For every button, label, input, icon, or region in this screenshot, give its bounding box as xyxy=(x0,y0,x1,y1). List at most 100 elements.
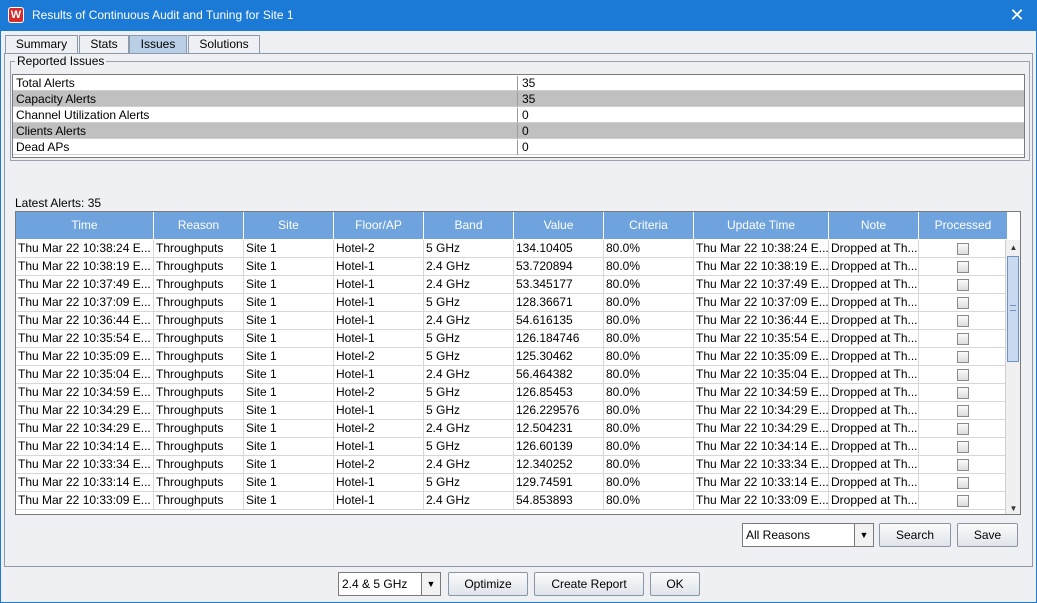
processed-checkbox[interactable] xyxy=(957,333,969,345)
table-row[interactable]: Thu Mar 22 10:33:14 E... Throughputs Site … xyxy=(16,474,1005,492)
table-row[interactable]: Thu Mar 22 10:34:14 E... Throughputs Site … xyxy=(16,438,1005,456)
issue-row-total-alerts[interactable]: Total Alerts 35 xyxy=(13,75,1024,91)
vertical-scrollbar[interactable]: ▲ ▼ xyxy=(1005,240,1020,514)
column-header-value[interactable]: Value xyxy=(514,212,604,239)
chevron-down-icon[interactable]: ▼ xyxy=(421,573,440,595)
table-row[interactable]: Thu Mar 22 10:37:09 E... Throughputs Site … xyxy=(16,294,1005,312)
processed-checkbox[interactable] xyxy=(957,405,969,417)
column-header-note[interactable]: Note xyxy=(829,212,919,239)
processed-checkbox[interactable] xyxy=(957,297,969,309)
column-header-update-time[interactable]: Update Time xyxy=(694,212,829,239)
optimize-button[interactable]: Optimize xyxy=(448,572,528,596)
column-header-floor-ap[interactable]: Floor/AP xyxy=(334,212,424,239)
table-row[interactable]: Thu Mar 22 10:34:59 E... Throughputs Site … xyxy=(16,384,1005,402)
tab-stats[interactable]: Stats xyxy=(79,35,129,54)
processed-checkbox[interactable] xyxy=(957,441,969,453)
cell-floor-ap: Hotel-1 xyxy=(334,258,424,276)
cell-reason: Throughputs xyxy=(154,384,244,402)
cell-time: Thu Mar 22 10:34:29 E... xyxy=(16,402,154,420)
save-button[interactable]: Save xyxy=(957,523,1018,547)
cell-band: 5 GHz xyxy=(424,240,514,258)
processed-checkbox[interactable] xyxy=(957,423,969,435)
cell-update-time: Thu Mar 22 10:38:19 E... xyxy=(694,258,829,276)
processed-checkbox[interactable] xyxy=(957,261,969,273)
cell-processed xyxy=(919,492,1005,510)
issue-value: 35 xyxy=(522,92,536,106)
tab-summary[interactable]: Summary xyxy=(5,35,78,54)
cell-processed xyxy=(919,276,1005,294)
table-row[interactable]: Thu Mar 22 10:35:09 E... Throughputs Site … xyxy=(16,348,1005,366)
issues-panel: Reported Issues Total Alerts 35 Capacity… xyxy=(4,53,1033,567)
column-header-time[interactable]: Time xyxy=(16,212,154,239)
cell-note: Dropped at Th... xyxy=(829,348,919,366)
table-row[interactable]: Thu Mar 22 10:38:19 E... Throughputs Site … xyxy=(16,258,1005,276)
cell-reason: Throughputs xyxy=(154,240,244,258)
table-row[interactable]: Thu Mar 22 10:35:54 E... Throughputs Site … xyxy=(16,330,1005,348)
cell-update-time: Thu Mar 22 10:37:49 E... xyxy=(694,276,829,294)
processed-checkbox[interactable] xyxy=(957,387,969,399)
issue-value: 0 xyxy=(522,140,529,154)
column-header-site[interactable]: Site xyxy=(244,212,334,239)
cell-value: 54.853893 xyxy=(514,492,604,510)
cell-processed xyxy=(919,294,1005,312)
cell-time: Thu Mar 22 10:35:09 E... xyxy=(16,348,154,366)
table-row[interactable]: Thu Mar 22 10:34:29 E... Throughputs Site … xyxy=(16,420,1005,438)
processed-checkbox[interactable] xyxy=(957,243,969,255)
arrow-up-icon[interactable]: ▲ xyxy=(1006,240,1020,255)
processed-checkbox[interactable] xyxy=(957,495,969,507)
table-row[interactable]: Thu Mar 22 10:35:04 E... Throughputs Site … xyxy=(16,366,1005,384)
band-select-value: 2.4 & 5 GHz xyxy=(342,577,408,591)
cell-update-time: Thu Mar 22 10:38:24 E... xyxy=(694,240,829,258)
cell-value: 125.30462 xyxy=(514,348,604,366)
column-header-processed[interactable]: Processed xyxy=(919,212,1008,239)
cell-floor-ap: Hotel-1 xyxy=(334,276,424,294)
column-header-reason[interactable]: Reason xyxy=(154,212,244,239)
band-select[interactable]: 2.4 & 5 GHz ▼ xyxy=(338,572,441,596)
ok-button[interactable]: OK xyxy=(650,572,700,596)
issue-row-channel-utilization-alerts[interactable]: Channel Utilization Alerts 0 xyxy=(13,107,1024,123)
table-row[interactable]: Thu Mar 22 10:33:34 E... Throughputs Site … xyxy=(16,456,1005,474)
processed-checkbox[interactable] xyxy=(957,459,969,471)
issue-row-capacity-alerts[interactable]: Capacity Alerts 35 xyxy=(13,91,1024,107)
cell-note: Dropped at Th... xyxy=(829,456,919,474)
processed-checkbox[interactable] xyxy=(957,315,969,327)
table-row[interactable]: Thu Mar 22 10:36:44 E... Throughputs Site … xyxy=(16,312,1005,330)
close-icon[interactable]: ✕ xyxy=(1007,5,1027,25)
scrollbar-thumb[interactable] xyxy=(1007,256,1019,362)
cell-site: Site 1 xyxy=(244,438,334,456)
cell-note: Dropped at Th... xyxy=(829,384,919,402)
cell-reason: Throughputs xyxy=(154,312,244,330)
chevron-down-icon[interactable]: ▼ xyxy=(854,524,873,546)
issue-row-clients-alerts[interactable]: Clients Alerts 0 xyxy=(13,123,1024,139)
reported-issues-legend: Reported Issues xyxy=(15,54,107,68)
processed-checkbox[interactable] xyxy=(957,351,969,363)
tab-solutions[interactable]: Solutions xyxy=(188,35,260,54)
column-header-band[interactable]: Band xyxy=(424,212,514,239)
tab-issues[interactable]: Issues xyxy=(129,35,187,54)
issue-name: Clients Alerts xyxy=(14,124,518,139)
table-row[interactable]: Thu Mar 22 10:34:29 E... Throughputs Site … xyxy=(16,402,1005,420)
cell-floor-ap: Hotel-1 xyxy=(334,492,424,510)
reported-issues-group: Reported Issues Total Alerts 35 Capacity… xyxy=(10,54,1030,161)
cell-reason: Throughputs xyxy=(154,276,244,294)
processed-checkbox[interactable] xyxy=(957,279,969,291)
search-button[interactable]: Search xyxy=(879,523,951,547)
reason-filter-select[interactable]: All Reasons ▼ xyxy=(742,523,874,547)
cell-floor-ap: Hotel-2 xyxy=(334,240,424,258)
issue-value: 0 xyxy=(522,124,529,138)
table-row[interactable]: Thu Mar 22 10:33:09 E... Throughputs Site … xyxy=(16,492,1005,510)
processed-checkbox[interactable] xyxy=(957,369,969,381)
table-row[interactable]: Thu Mar 22 10:38:24 E... Throughputs Site … xyxy=(16,240,1005,258)
cell-reason: Throughputs xyxy=(154,330,244,348)
cell-update-time: Thu Mar 22 10:36:44 E... xyxy=(694,312,829,330)
latest-alerts-table: Time Reason Site Floor/AP Band Value Criteria U… xyxy=(15,211,1021,515)
table-row[interactable]: Thu Mar 22 10:37:49 E... Throughputs Site … xyxy=(16,276,1005,294)
cell-band: 5 GHz xyxy=(424,294,514,312)
arrow-down-icon[interactable]: ▼ xyxy=(1006,501,1020,514)
cell-time: Thu Mar 22 10:33:09 E... xyxy=(16,492,154,510)
create-report-button[interactable]: Create Report xyxy=(534,572,644,596)
processed-checkbox[interactable] xyxy=(957,477,969,489)
cell-criteria: 80.0% xyxy=(604,402,694,420)
column-header-criteria[interactable]: Criteria xyxy=(604,212,694,239)
issue-row-dead-aps[interactable]: Dead APs 0 xyxy=(13,139,1024,155)
